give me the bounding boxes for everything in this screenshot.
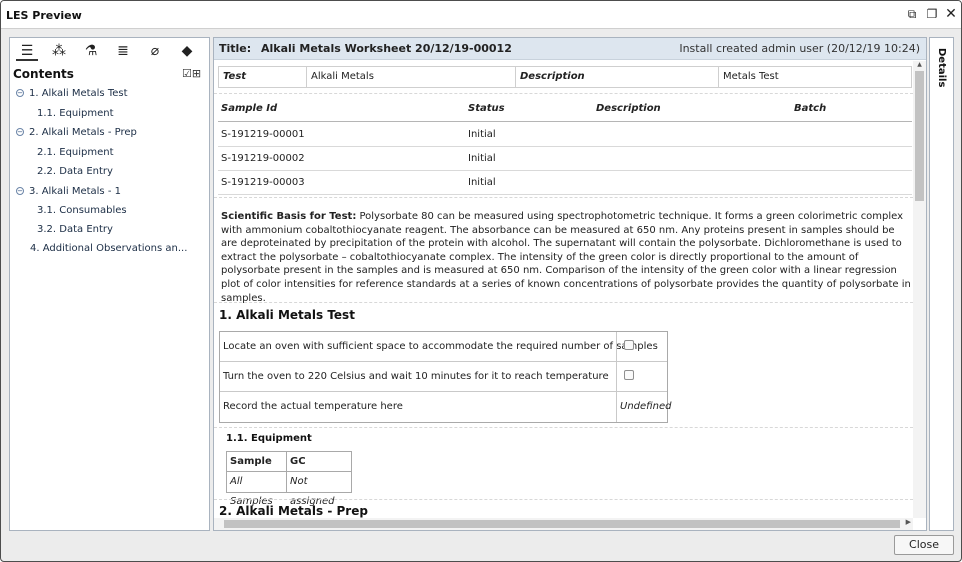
tree-item[interactable]: 2.2. Data Entry [37,164,113,180]
details-tab[interactable]: Details [936,48,947,87]
section-title: 1. Alkali Metals Test [219,308,355,322]
tag-icon[interactable]: ◆ [176,41,198,61]
title-bar: LES Preview ⧉ ❐ ✕ [1,1,961,29]
close-window-icon[interactable]: ✕ [944,7,958,21]
divider [214,499,913,500]
subsection-title: 1.1. Equipment [226,433,312,444]
scroll-thumb[interactable] [915,71,924,201]
attachment-icon[interactable]: ⌀ [144,41,166,61]
contents-panel: ☰ ⁂ ⚗ ≣ ⌀ ◆ Contents ☑⊞ −1. Alkali Metal… [9,37,210,531]
title-label: Title: [219,42,252,55]
worksheet-title: Alkali Metals Worksheet 20/12/19-00012 [261,42,512,55]
collapse-icon[interactable]: − [16,128,24,136]
table-row[interactable]: S-191219-00001 Initial [218,123,912,147]
window-title: LES Preview [6,9,82,22]
tree-item[interactable]: 3.2. Data Entry [37,222,113,238]
divider [214,93,913,94]
tree-item[interactable]: 2.1. Equipment [37,145,114,161]
table-row[interactable]: S-191219-00002 Initial [218,147,912,171]
step-row: Turn the oven to 220 Celsius and wait 10… [220,362,667,392]
temperature-value[interactable]: Undefined [620,401,671,412]
table-row[interactable]: S-191219-00003 Initial [218,171,912,195]
test-label: Test [219,67,307,87]
divider [214,427,913,428]
steps-table: Locate an oven with sufficient space to … [219,331,671,423]
tree-item[interactable]: 3.1. Consumables [37,203,127,219]
scroll-right-icon[interactable]: ▶ [906,518,911,526]
scroll-up-icon[interactable]: ▲ [913,61,926,68]
step-row: Locate an oven with sufficient space to … [220,332,667,362]
details-panel[interactable]: Details [929,37,954,531]
samples-grid-header: Sample Id Status Description Batch [218,98,912,122]
description-label: Description [516,67,719,87]
check-all-icon[interactable]: ☑ [182,67,192,80]
step-row: Record the actual temperature here Undef… [220,392,671,422]
preview-panel: Title: Alkali Metals Worksheet 20/12/19-… [213,37,927,531]
divider [214,197,913,198]
tree-item[interactable]: 1.1. Equipment [37,106,114,122]
flask-icon[interactable]: ⚗ [80,41,102,61]
tree-item[interactable]: −1. Alkali Metals Test [16,86,128,102]
contents-title: Contents [13,67,74,81]
popout-icon[interactable]: ⧉ [905,7,919,21]
tree-item[interactable]: −3. Alkali Metals - 1 [16,184,121,200]
layers-icon[interactable]: ≣ [112,41,134,61]
collapse-icon[interactable]: − [16,89,24,97]
worksheet-content[interactable]: Test Alkali Metals Description Metals Te… [214,61,913,518]
tree-item[interactable]: −2. Alkali Metals - Prep [16,125,137,141]
panel-toolbar: ☰ ⁂ ⚗ ≣ ⌀ ◆ [10,38,209,64]
divider [214,302,913,303]
vertical-scrollbar[interactable]: ▲ [913,61,926,518]
restore-icon[interactable]: ❐ [925,7,939,21]
scroll-thumb[interactable] [224,520,900,528]
worksheet-header: Title: Alkali Metals Worksheet 20/12/19-… [214,38,926,60]
samples-icon[interactable]: ⁂ [48,41,70,61]
collapse-icon[interactable]: − [16,187,24,195]
les-preview-window: LES Preview ⧉ ❐ ✕ ☰ ⁂ ⚗ ≣ ⌀ ◆ Contents ☑… [0,0,962,562]
section-title: 2. Alkali Metals - Prep [219,504,368,518]
scientific-basis: Scientific Basis for Test: Polysorbate 8… [221,211,911,304]
test-value: Alkali Metals [307,67,516,87]
horizontal-scrollbar[interactable]: ▶ [214,518,913,530]
test-info-grid: Test Alkali Metals Description Metals Te… [218,66,912,88]
equipment-table: Sample GC All Samples Not assigned [226,451,352,507]
step-checkbox[interactable] [624,340,634,350]
contents-list-icon[interactable]: ☰ [16,41,38,61]
tree-item[interactable]: 4. Additional Observations an... [30,241,187,257]
contents-actions: ☑⊞ [182,67,201,80]
description-value: Metals Test [723,71,779,82]
close-button[interactable]: Close [894,535,954,555]
expand-all-icon[interactable]: ⊞ [192,67,201,80]
step-checkbox[interactable] [624,370,634,380]
created-meta: Install created admin user (20/12/19 10:… [679,42,920,55]
